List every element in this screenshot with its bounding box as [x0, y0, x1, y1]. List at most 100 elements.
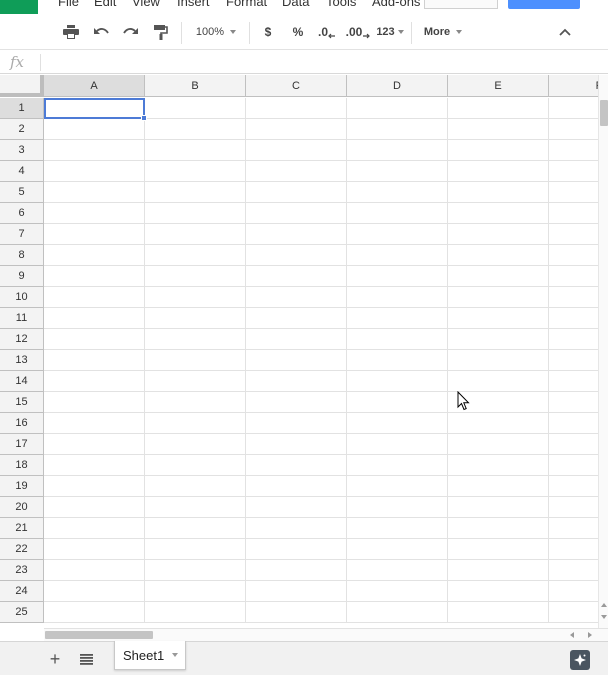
- cell-e7[interactable]: [448, 224, 549, 245]
- cell-d11[interactable]: [347, 308, 448, 329]
- cell-a22[interactable]: [44, 539, 145, 560]
- cell-e2[interactable]: [448, 119, 549, 140]
- cell-b10[interactable]: [145, 287, 246, 308]
- row-header-12[interactable]: 12: [0, 329, 44, 350]
- cell-c13[interactable]: [246, 350, 347, 371]
- cell-c11[interactable]: [246, 308, 347, 329]
- add-sheet-button[interactable]: +: [44, 648, 66, 670]
- cell-e17[interactable]: [448, 434, 549, 455]
- collapse-menu-button[interactable]: [552, 14, 578, 50]
- cell-c20[interactable]: [246, 497, 347, 518]
- cell-d22[interactable]: [347, 539, 448, 560]
- row-header-22[interactable]: 22: [0, 539, 44, 560]
- cell-b16[interactable]: [145, 413, 246, 434]
- cell-d7[interactable]: [347, 224, 448, 245]
- cell-d20[interactable]: [347, 497, 448, 518]
- cell-a14[interactable]: [44, 371, 145, 392]
- undo-button[interactable]: [88, 14, 114, 50]
- row-header-3[interactable]: 3: [0, 140, 44, 161]
- cell-b8[interactable]: [145, 245, 246, 266]
- cell-d15[interactable]: [347, 392, 448, 413]
- cell-f6[interactable]: [549, 203, 598, 224]
- cell-c4[interactable]: [246, 161, 347, 182]
- cell-d21[interactable]: [347, 518, 448, 539]
- cell-b11[interactable]: [145, 308, 246, 329]
- explore-button[interactable]: [570, 650, 590, 670]
- column-header-f[interactable]: F: [549, 75, 598, 97]
- cell-a20[interactable]: [44, 497, 145, 518]
- cell-f10[interactable]: [549, 287, 598, 308]
- cell-f25[interactable]: [549, 602, 598, 623]
- cell-f14[interactable]: [549, 371, 598, 392]
- row-header-15[interactable]: 15: [0, 392, 44, 413]
- row-header-1[interactable]: 1: [0, 98, 44, 119]
- cell-e16[interactable]: [448, 413, 549, 434]
- row-header-6[interactable]: 6: [0, 203, 44, 224]
- horizontal-scroll-thumb[interactable]: [45, 631, 153, 639]
- scroll-up-icon[interactable]: [601, 603, 607, 607]
- cell-a19[interactable]: [44, 476, 145, 497]
- cell-d6[interactable]: [347, 203, 448, 224]
- cell-e23[interactable]: [448, 560, 549, 581]
- menu-view[interactable]: View: [132, 0, 160, 9]
- cell-c8[interactable]: [246, 245, 347, 266]
- cell-b7[interactable]: [145, 224, 246, 245]
- cell-f24[interactable]: [549, 581, 598, 602]
- cell-e12[interactable]: [448, 329, 549, 350]
- cell-e8[interactable]: [448, 245, 549, 266]
- cell-b13[interactable]: [145, 350, 246, 371]
- cell-f7[interactable]: [549, 224, 598, 245]
- cell-b22[interactable]: [145, 539, 246, 560]
- cell-f17[interactable]: [549, 434, 598, 455]
- column-header-b[interactable]: B: [145, 75, 246, 97]
- sheet-tab-sheet1[interactable]: Sheet1: [114, 641, 186, 670]
- cell-a11[interactable]: [44, 308, 145, 329]
- cell-c16[interactable]: [246, 413, 347, 434]
- cell-c14[interactable]: [246, 371, 347, 392]
- cell-c25[interactable]: [246, 602, 347, 623]
- cell-f12[interactable]: [549, 329, 598, 350]
- cell-f11[interactable]: [549, 308, 598, 329]
- row-header-24[interactable]: 24: [0, 581, 44, 602]
- cell-d10[interactable]: [347, 287, 448, 308]
- cell-f8[interactable]: [549, 245, 598, 266]
- currency-format-button[interactable]: $: [256, 14, 280, 50]
- cell-a23[interactable]: [44, 560, 145, 581]
- cell-c5[interactable]: [246, 182, 347, 203]
- vertical-scroll-thumb[interactable]: [600, 100, 608, 126]
- cell-b6[interactable]: [145, 203, 246, 224]
- cell-c19[interactable]: [246, 476, 347, 497]
- cell-c23[interactable]: [246, 560, 347, 581]
- cell-a10[interactable]: [44, 287, 145, 308]
- cell-c21[interactable]: [246, 518, 347, 539]
- menu-tools[interactable]: Tools: [326, 0, 356, 9]
- cell-b18[interactable]: [145, 455, 246, 476]
- row-header-9[interactable]: 9: [0, 266, 44, 287]
- cell-c18[interactable]: [246, 455, 347, 476]
- cell-a24[interactable]: [44, 581, 145, 602]
- paint-format-button[interactable]: [148, 14, 174, 50]
- decrease-decimal-button[interactable]: .0: [314, 14, 340, 50]
- cell-f23[interactable]: [549, 560, 598, 581]
- menu-format[interactable]: Format: [226, 0, 267, 9]
- more-button[interactable]: More: [418, 14, 468, 50]
- cell-e3[interactable]: [448, 140, 549, 161]
- cell-d14[interactable]: [347, 371, 448, 392]
- cell-a8[interactable]: [44, 245, 145, 266]
- cell-f2[interactable]: [549, 119, 598, 140]
- row-header-18[interactable]: 18: [0, 455, 44, 476]
- cell-c12[interactable]: [246, 329, 347, 350]
- cell-a21[interactable]: [44, 518, 145, 539]
- row-header-10[interactable]: 10: [0, 287, 44, 308]
- menu-addons[interactable]: Add-ons: [372, 0, 420, 9]
- cell-e11[interactable]: [448, 308, 549, 329]
- cell-e13[interactable]: [448, 350, 549, 371]
- column-header-a[interactable]: A: [44, 75, 145, 97]
- cell-d18[interactable]: [347, 455, 448, 476]
- cell-f15[interactable]: [549, 392, 598, 413]
- sheets-logo[interactable]: [0, 0, 38, 14]
- cell-a18[interactable]: [44, 455, 145, 476]
- cell-e6[interactable]: [448, 203, 549, 224]
- cell-f20[interactable]: [549, 497, 598, 518]
- column-header-d[interactable]: D: [347, 75, 448, 97]
